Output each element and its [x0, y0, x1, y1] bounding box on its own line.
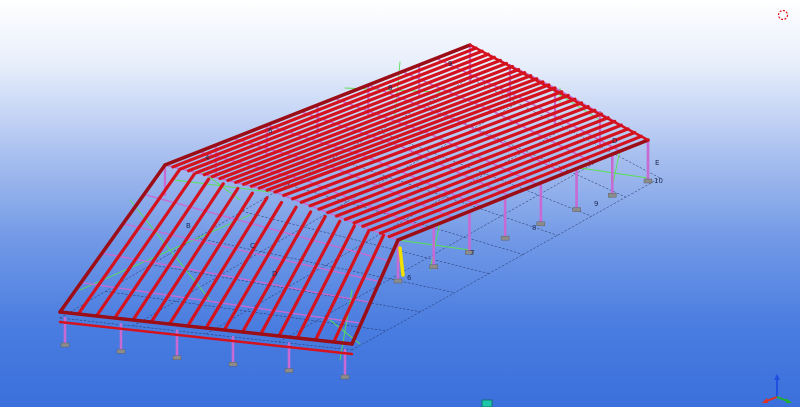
grid-label-letter: D: [612, 137, 617, 145]
column-base-plate: [172, 355, 182, 360]
column-base-plate: [608, 193, 617, 198]
column-base-plate: [393, 278, 403, 284]
red-dashed-circle-icon[interactable]: [776, 8, 790, 22]
grid-label-letter: C: [250, 242, 255, 250]
grid-label-number: 8: [532, 224, 536, 232]
grid-label-number: 7: [470, 249, 474, 257]
column-base-plate: [284, 368, 294, 373]
column-base-plate: [228, 362, 238, 367]
grid-label-letter: B: [186, 222, 191, 230]
3d-model-viewport[interactable]: 6 7 8 9 10 9 8 6 4 E D D B C: [0, 0, 800, 407]
column-base-plate: [643, 178, 653, 184]
grid-label-number: 8: [388, 84, 392, 92]
hip-rafter: [94, 172, 196, 318]
column-base-plate: [500, 235, 510, 241]
grid-label-number: 6: [407, 274, 412, 282]
column-base-plate: [340, 374, 350, 380]
roof-purlin: [218, 64, 515, 181]
column-base-plate: [60, 342, 70, 348]
grid-label-number: 6: [268, 127, 273, 135]
xyz-axis-icon[interactable]: [760, 371, 794, 405]
column-base-plate: [536, 221, 546, 227]
grid-label-number: 9: [448, 60, 452, 68]
navigation-marker-icon[interactable]: [481, 399, 493, 407]
grid-label-number: 10: [654, 177, 663, 185]
steel-structure-model[interactable]: 6 7 8 9 10 9 8 6 4 E D D B C: [0, 0, 800, 407]
selected-column: [398, 246, 405, 277]
grid-label-letter: E: [655, 159, 659, 167]
bracing-member: [579, 167, 649, 179]
bracing-member: [79, 214, 251, 291]
grid-label-number: 4: [205, 154, 210, 162]
grid-label-number: 9: [594, 200, 598, 208]
column-base-plate: [116, 349, 126, 354]
column-base-plate: [572, 207, 581, 212]
column-base-plate: [429, 264, 438, 269]
grid-label-letter: D: [272, 270, 277, 278]
